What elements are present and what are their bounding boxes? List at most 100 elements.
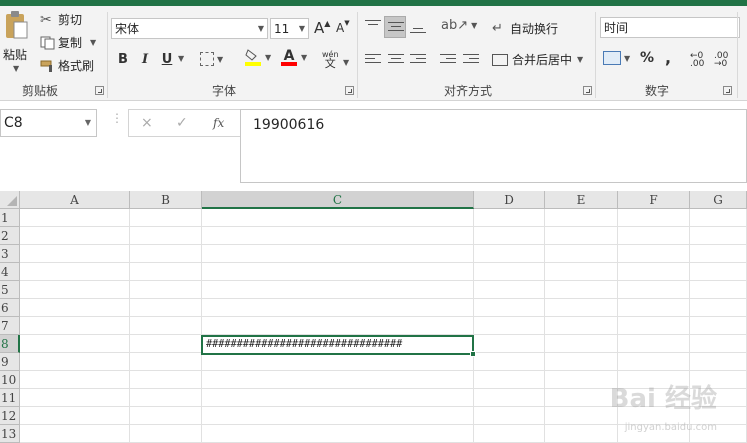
cell-c1[interactable] [202,209,474,227]
copy-dropdown-icon[interactable]: ▼ [90,38,96,47]
column-header-e[interactable]: E [545,191,618,209]
clipboard-dialog-launcher[interactable] [95,86,104,95]
cell-d3[interactable] [474,245,545,263]
cell-b1[interactable] [130,209,202,227]
align-bottom-icon[interactable] [410,24,426,38]
font-name-dropdown-icon[interactable]: ▼ [258,24,264,33]
column-header-f[interactable]: F [618,191,690,209]
cell-b7[interactable] [130,317,202,335]
cell-f5[interactable] [618,281,690,299]
row-header-9[interactable]: 9 [0,353,20,371]
cell-c4[interactable] [202,263,474,281]
row-header-10[interactable]: 10 [0,371,20,389]
column-header-c[interactable]: C [202,191,474,209]
cell-g8[interactable] [690,335,747,353]
accounting-dropdown-icon[interactable]: ▼ [624,54,630,63]
cell-e12[interactable] [545,407,618,425]
font-name-combo[interactable]: 宋体 ▼ [111,18,268,39]
cell-b2[interactable] [130,227,202,245]
merge-center-button[interactable]: 合并后居中 ▼ [492,51,583,68]
paste-icon[interactable] [4,10,28,40]
column-header-g[interactable]: G [690,191,747,209]
cell-c3[interactable] [202,245,474,263]
font-color-button[interactable]: A ▼ [280,48,307,66]
cell-c9[interactable] [202,353,474,371]
formula-input[interactable]: 19900616 [240,109,747,183]
column-header-a[interactable]: A [20,191,130,209]
cell-a12[interactable] [20,407,130,425]
align-left-icon[interactable] [365,54,381,68]
cell-f4[interactable] [618,263,690,281]
format-painter-button[interactable]: 格式刷 [40,57,94,74]
orientation-dropdown-icon[interactable]: ▼ [471,21,477,30]
cell-f1[interactable] [618,209,690,227]
cell-c12[interactable] [202,407,474,425]
row-header-7[interactable]: 7 [0,317,20,335]
alignment-dialog-launcher[interactable] [583,86,592,95]
underline-dropdown-icon[interactable]: ▼ [178,54,184,63]
cell-f8[interactable] [618,335,690,353]
cell-a11[interactable] [20,389,130,407]
cell-c13[interactable] [202,425,474,443]
cell-a2[interactable] [20,227,130,245]
cell-b11[interactable] [130,389,202,407]
decrease-decimal-icon[interactable]: .00 →0 [714,52,728,69]
comma-style-button[interactable]: , [665,48,671,67]
accounting-format-button[interactable]: ▼ [603,51,630,65]
increase-decimal-icon[interactable]: ←0.00 [690,52,704,69]
cell-d5[interactable] [474,281,545,299]
decrease-font-size-button[interactable]: A ▼ [336,19,350,35]
number-format-combo[interactable]: 时间 [600,17,740,38]
font-dialog-launcher[interactable] [345,86,354,95]
column-header-b[interactable]: B [130,191,202,209]
cell-d12[interactable] [474,407,545,425]
cell-c11[interactable] [202,389,474,407]
cell-a3[interactable] [20,245,130,263]
column-header-d[interactable]: D [474,191,545,209]
cell-c7[interactable] [202,317,474,335]
paste-dropdown-icon[interactable]: ▼ [13,64,19,73]
row-header-11[interactable]: 11 [0,389,20,407]
cancel-icon[interactable]: × [141,115,153,131]
cell-a8[interactable] [20,335,130,353]
cell-c6[interactable] [202,299,474,317]
underline-button[interactable]: U [158,50,176,68]
cell-g6[interactable] [690,299,747,317]
cell-a9[interactable] [20,353,130,371]
active-cell-c8[interactable]: ################################ [201,335,474,355]
wrap-text-button[interactable]: ↵ 自动换行 [492,20,558,37]
cut-button[interactable]: ✂ 剪切 [40,11,82,28]
cell-e13[interactable] [545,425,618,443]
cell-d8[interactable] [474,335,545,353]
cell-g4[interactable] [690,263,747,281]
cell-a10[interactable] [20,371,130,389]
increase-font-size-button[interactable]: A ▲ [314,19,330,38]
fill-color-button[interactable]: ▼ [244,48,271,66]
cell-d1[interactable] [474,209,545,227]
cell-e8[interactable] [545,335,618,353]
cell-e1[interactable] [545,209,618,227]
name-box-dropdown-icon[interactable]: ▼ [85,118,91,127]
cell-b3[interactable] [130,245,202,263]
cell-e3[interactable] [545,245,618,263]
row-header-1[interactable]: 1 [0,209,20,227]
cell-f3[interactable] [618,245,690,263]
cell-d4[interactable] [474,263,545,281]
borders-button[interactable]: ▼ [200,52,223,66]
cell-c10[interactable] [202,371,474,389]
cell-g2[interactable] [690,227,747,245]
percent-style-button[interactable]: % [640,50,654,66]
cell-d11[interactable] [474,389,545,407]
phonetic-guide-button[interactable]: wén 文 [322,50,339,69]
cell-a7[interactable] [20,317,130,335]
cell-d7[interactable] [474,317,545,335]
cell-c2[interactable] [202,227,474,245]
paste-button[interactable]: 粘贴 [3,46,27,63]
cell-f2[interactable] [618,227,690,245]
cell-b6[interactable] [130,299,202,317]
cell-e4[interactable] [545,263,618,281]
cell-d9[interactable] [474,353,545,371]
row-header-8[interactable]: 8 [0,335,20,353]
insert-function-icon[interactable]: fx [213,116,224,130]
cell-e6[interactable] [545,299,618,317]
